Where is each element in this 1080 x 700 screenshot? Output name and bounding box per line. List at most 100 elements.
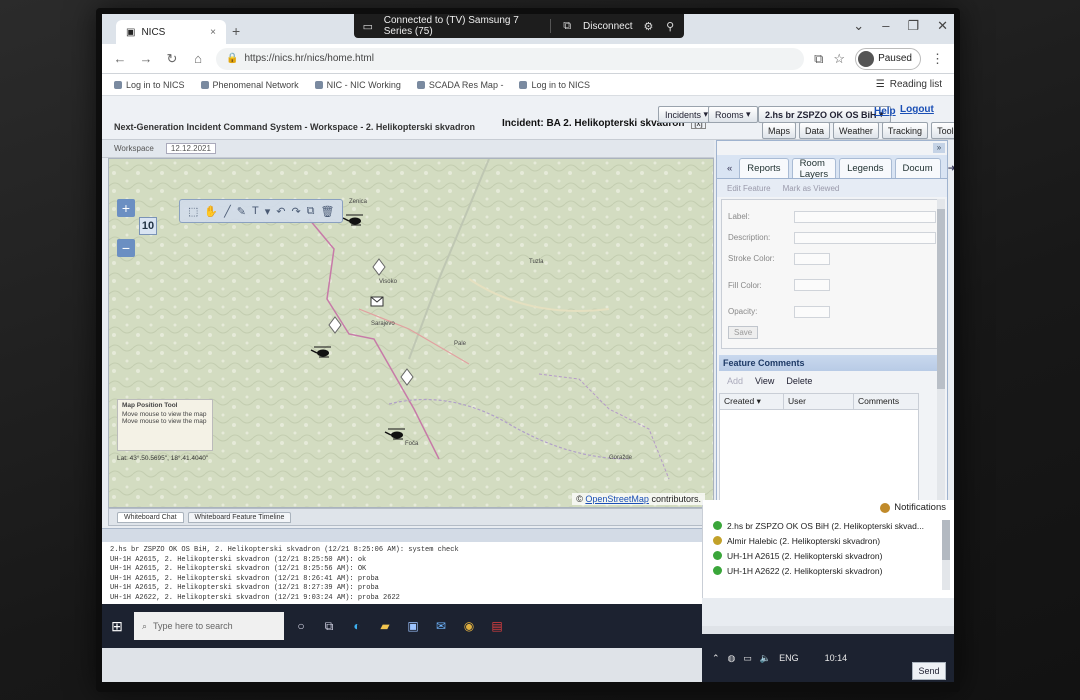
bookmark-item[interactable]: NIC - NIC Working <box>314 80 401 90</box>
zoom-out-button[interactable]: − <box>117 239 135 257</box>
forward-icon[interactable]: → <box>138 51 154 66</box>
tab-room-layers[interactable]: Room Layers <box>791 158 837 180</box>
right-panel-scrollbar[interactable] <box>937 199 945 523</box>
collapse-icon[interactable]: » <box>933 143 945 153</box>
list-item[interactable]: 2.hs br ZSPZO OK OS BiH (2. Helikoptersk… <box>713 518 925 533</box>
tools-menu[interactable]: Tools ▾ <box>931 122 954 139</box>
file-explorer-icon[interactable]: ▰ <box>374 615 396 637</box>
tab-reports[interactable]: Reports <box>739 158 789 178</box>
reading-list-button[interactable]: ☰ Reading list <box>876 79 942 90</box>
url-field[interactable]: 🔒 https://nics.hr/nics/home.html <box>216 47 805 70</box>
tab-close-icon[interactable]: × <box>210 27 216 38</box>
pdf-reader-icon[interactable]: ▤ <box>486 615 508 637</box>
notifications-scrollbar[interactable] <box>942 520 950 590</box>
disconnect-button[interactable]: Disconnect <box>583 21 632 32</box>
copy-icon[interactable]: ⧉ <box>307 205 315 218</box>
bookmark-item[interactable]: Log in to NICS <box>519 80 590 90</box>
help-link[interactable]: Help <box>874 106 896 117</box>
tracking-menu[interactable]: Tracking <box>881 122 929 139</box>
bookmark-item[interactable]: Log in to NICS <box>114 80 185 90</box>
waypoint-diamond-icon[interactable] <box>372 258 386 276</box>
list-item[interactable]: Almir Halebic (2. Helikopterski skvadron… <box>713 533 925 548</box>
list-item[interactable]: UH-1H A2615 (2. Helikopterski skvadron) <box>713 548 925 563</box>
fill-color-picker[interactable] <box>794 279 830 291</box>
pin-icon[interactable]: ⚲ <box>664 19 676 33</box>
edge-icon[interactable]: ◐ <box>346 615 368 637</box>
clock[interactable]: 10:14 <box>825 653 848 663</box>
text-tool-icon[interactable]: T <box>252 205 259 217</box>
notifications-header[interactable]: Notifications <box>880 502 946 513</box>
helicopter-marker-icon[interactable] <box>384 428 405 440</box>
scrollbar-thumb[interactable] <box>937 209 945 389</box>
redo-icon[interactable]: ↷ <box>291 205 300 218</box>
pan-tool-icon[interactable]: ✋ <box>204 205 218 218</box>
more-menu-icon[interactable]: ⋮ <box>931 51 944 67</box>
description-field[interactable] <box>794 231 936 244</box>
minimize-icon[interactable]: – <box>882 18 889 34</box>
edit-feature-button[interactable]: Edit Feature <box>727 184 771 193</box>
logout-link[interactable]: Logout <box>900 104 934 115</box>
line-tool-icon[interactable]: ╱ <box>224 205 231 218</box>
zoom-in-button[interactable]: + <box>117 199 135 217</box>
undo-icon[interactable]: ↶ <box>276 205 285 218</box>
rooms-button[interactable]: Rooms ▾ <box>708 106 758 123</box>
view-comment-button[interactable]: View <box>755 376 774 386</box>
save-button[interactable]: Save <box>728 326 759 339</box>
pencil-icon[interactable]: ✎ <box>237 205 246 218</box>
tab-whiteboard-timeline[interactable]: Whiteboard Feature Timeline <box>187 511 292 523</box>
send-button[interactable]: Send <box>912 662 946 680</box>
language-indicator[interactable]: ENG <box>779 653 799 663</box>
label-field[interactable] <box>794 210 936 223</box>
select-tool-icon[interactable]: ⬚ <box>188 205 198 218</box>
list-item[interactable]: UH-1H A2622 (2. Helikopterski skvadron) <box>713 563 925 578</box>
delete-comment-button[interactable]: Delete <box>786 376 812 386</box>
chrome-icon[interactable]: ◉ <box>458 615 480 637</box>
taskbar-search[interactable]: ⌕ Type here to search <box>134 612 284 640</box>
profile-button[interactable]: Paused <box>855 47 921 70</box>
tab-documents[interactable]: Docum <box>894 158 941 178</box>
column-user[interactable]: User <box>784 394 854 409</box>
extensions-icon[interactable]: ⧉ <box>814 51 823 67</box>
user-button[interactable]: 2.hs br ZSPZO OK OS BiH ▾ <box>758 106 891 123</box>
envelope-marker-icon[interactable] <box>370 296 384 307</box>
reload-icon[interactable]: ↻ <box>164 51 180 67</box>
mark-viewed-button[interactable]: Mark as Viewed <box>783 184 840 193</box>
data-menu[interactable]: Data <box>799 122 831 139</box>
add-comment-button[interactable]: Add <box>727 376 743 386</box>
new-tab-icon[interactable]: + <box>232 23 240 39</box>
back-icon[interactable]: ← <box>112 51 128 66</box>
column-comments[interactable]: Comments <box>854 394 918 409</box>
disconnect-icon[interactable]: ⧉ <box>561 19 573 33</box>
tray-chevron-icon[interactable]: ⌃ <box>712 653 720 664</box>
browser-tab[interactable]: ▣ NICS × <box>116 20 226 44</box>
mail-icon[interactable]: ✉ <box>430 615 452 637</box>
maps-menu[interactable]: Maps <box>762 122 797 139</box>
helicopter-marker-icon[interactable] <box>310 346 331 358</box>
cortana-icon[interactable]: ○ <box>290 615 312 637</box>
waypoint-diamond-icon[interactable] <box>328 316 342 334</box>
network-icon[interactable]: ◍ <box>728 653 736 664</box>
helicopter-marker-icon[interactable] <box>342 214 363 226</box>
tab-whiteboard-chat[interactable]: Whiteboard Chat <box>117 511 184 523</box>
weather-menu[interactable]: Weather <box>833 122 879 139</box>
chevron-down-icon[interactable]: ⌄ <box>853 18 864 34</box>
openstreetmap-link[interactable]: OpenStreetMap <box>585 494 649 504</box>
scrollbar-thumb[interactable] <box>942 520 950 560</box>
windows-start-icon[interactable]: ⊞ <box>106 615 128 637</box>
waypoint-diamond-icon[interactable] <box>400 368 414 386</box>
task-view-icon[interactable]: ⧉ <box>318 615 340 637</box>
opacity-field[interactable] <box>794 305 830 318</box>
bookmark-item[interactable]: SCADA Res Map - <box>416 80 503 90</box>
workspace-date[interactable]: 12.12.2021 <box>165 143 216 154</box>
column-created[interactable]: Created ▾ <box>720 394 784 409</box>
tab-legends[interactable]: Legends <box>839 158 892 178</box>
stroke-color-picker[interactable] <box>794 252 830 265</box>
shape-tool-icon[interactable]: ▾ <box>265 205 271 218</box>
battery-icon[interactable]: ▭ <box>743 653 752 664</box>
gear-icon[interactable]: ⚙ <box>643 19 655 33</box>
maximize-icon[interactable]: ❐ <box>907 18 919 34</box>
close-window-icon[interactable]: ✕ <box>937 18 948 34</box>
bookmark-item[interactable]: Phenomenal Network <box>200 80 299 90</box>
bookmark-star-icon[interactable]: ☆ <box>833 51 845 67</box>
tab-scroll-left-icon[interactable]: « <box>723 158 736 178</box>
